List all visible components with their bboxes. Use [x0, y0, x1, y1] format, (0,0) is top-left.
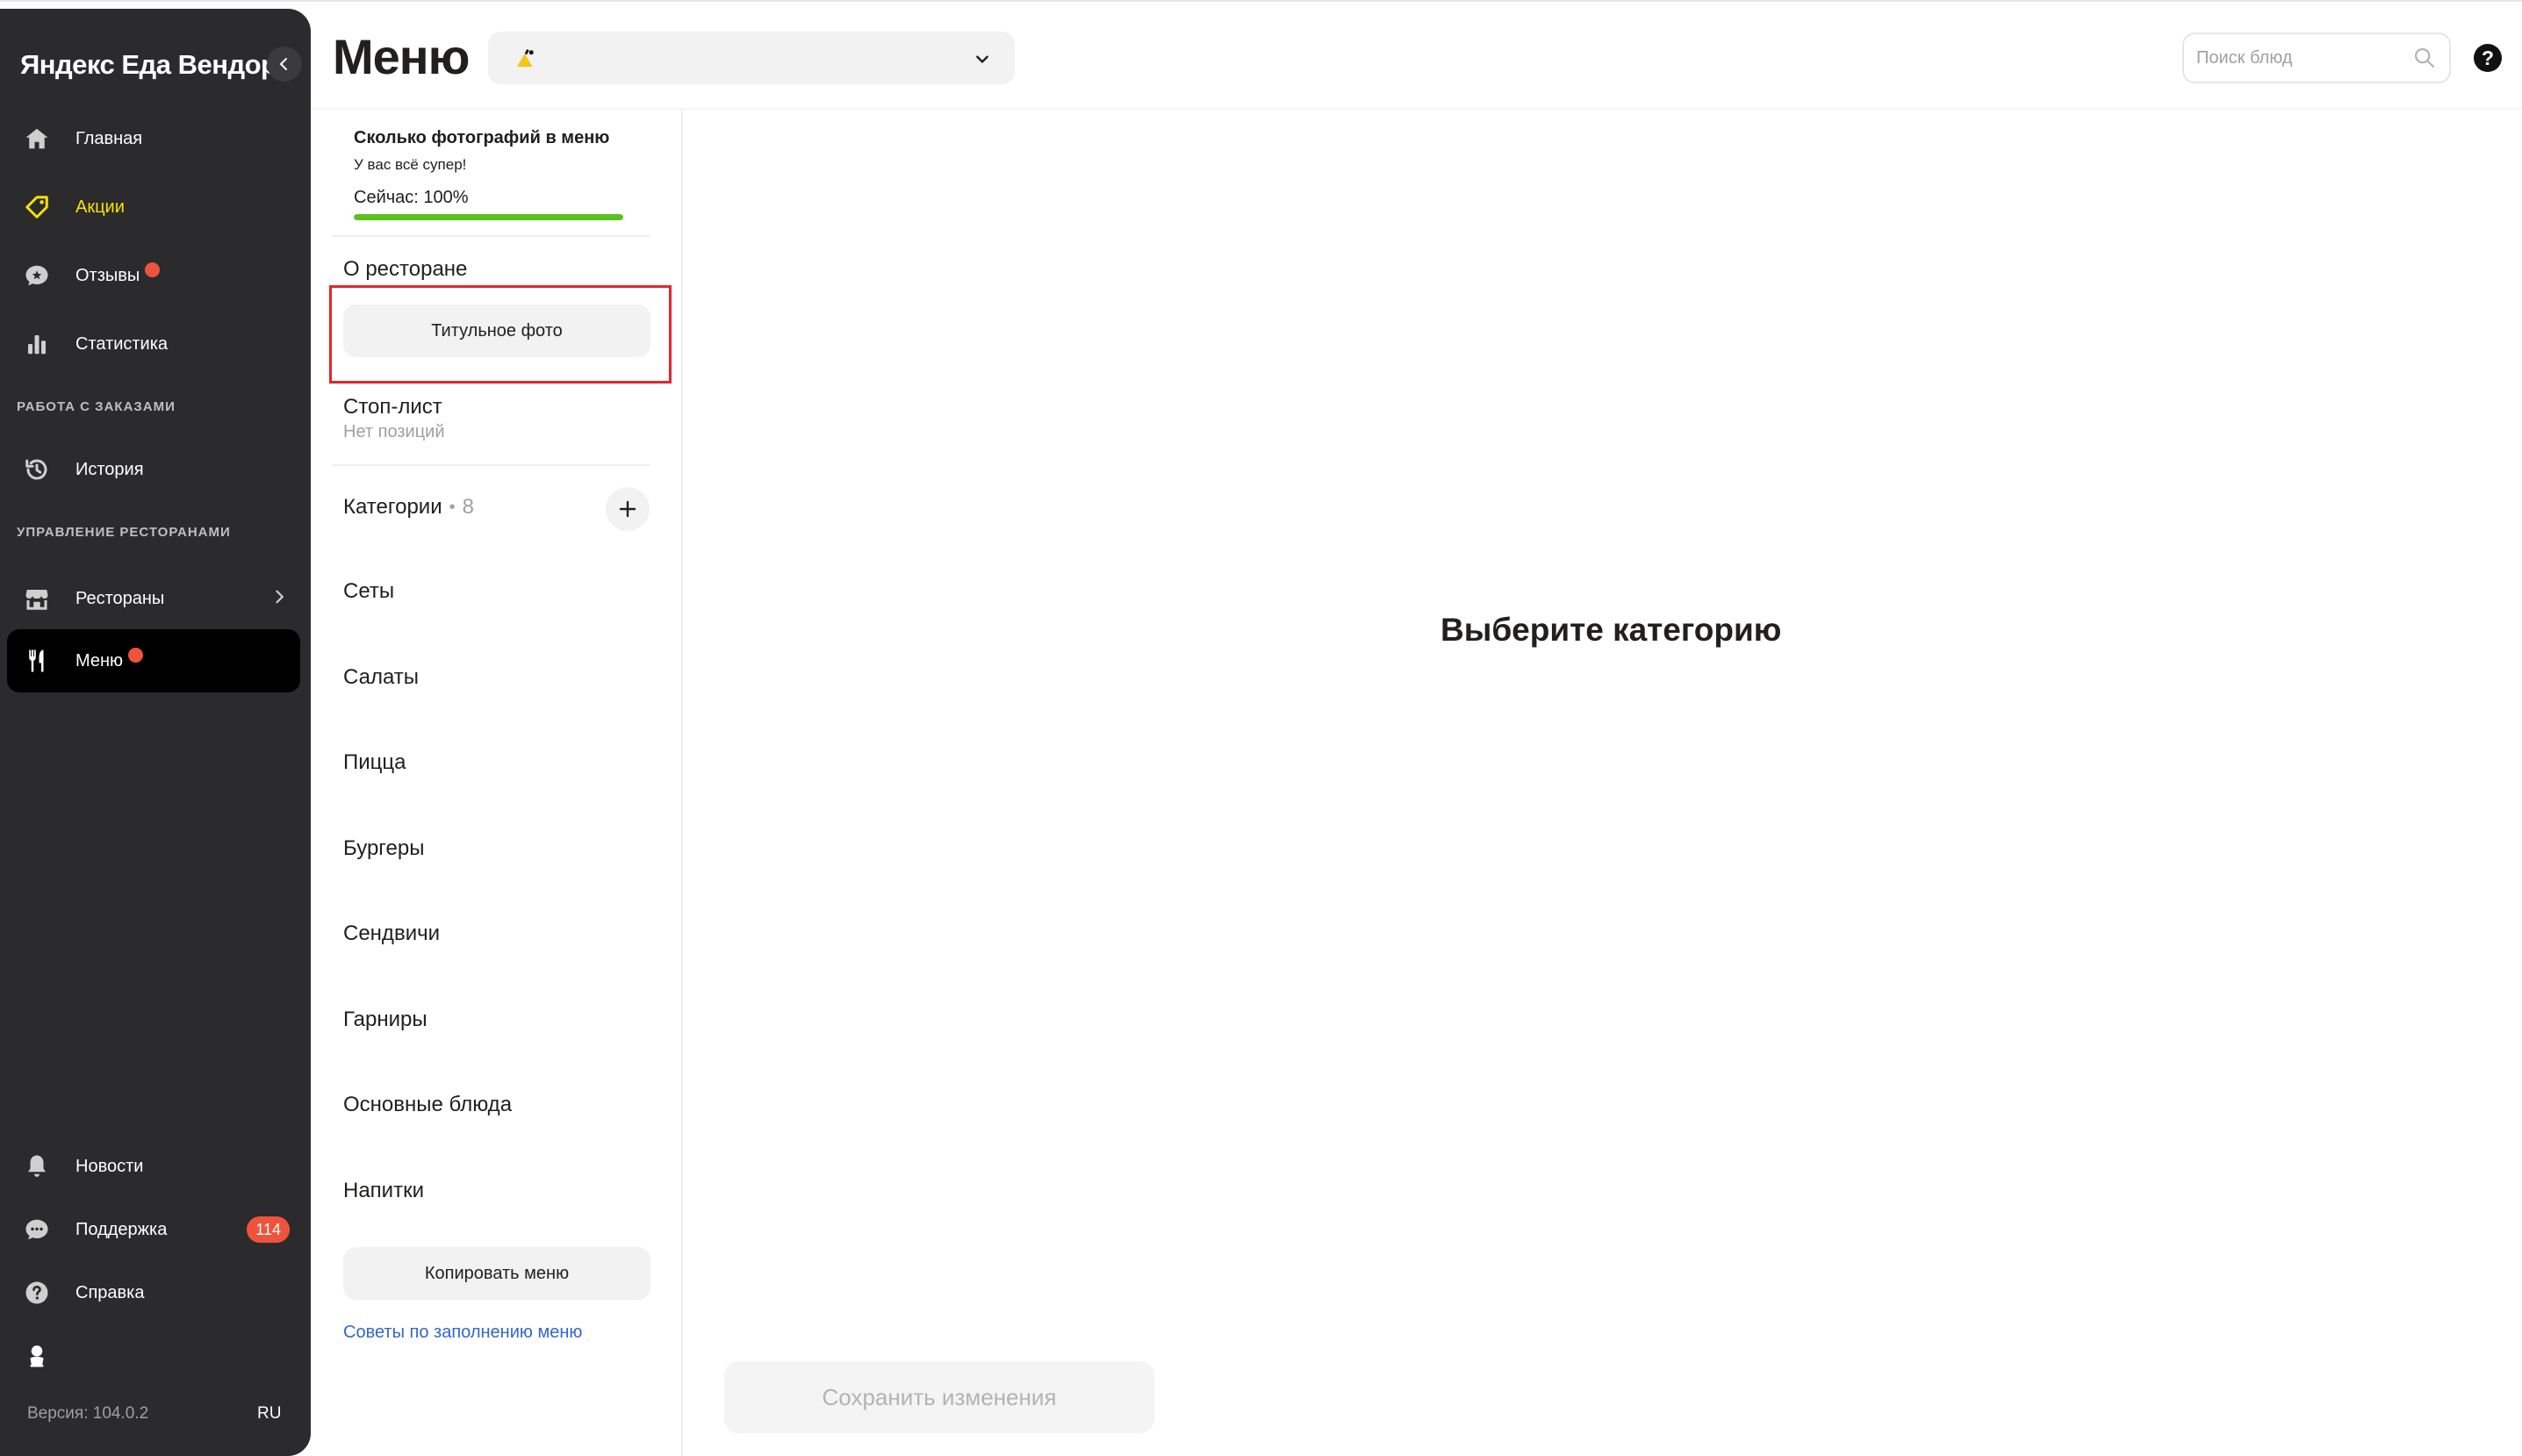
title-photo-button[interactable]: Титульное фото — [343, 305, 650, 357]
notification-dot — [145, 262, 161, 277]
category-item[interactable]: Бургеры — [343, 836, 424, 861]
chevron-down-icon — [976, 55, 988, 63]
tag-icon — [19, 190, 54, 225]
dish-search[interactable] — [2182, 32, 2451, 83]
home-icon — [19, 121, 54, 156]
sidebar-item-reviews[interactable]: Отзывы — [7, 244, 300, 307]
chat-star-icon — [19, 258, 54, 293]
sidebar: Яндекс Еда Вендор Главная Акции Отзывы С… — [0, 9, 311, 1456]
restaurant-select[interactable] — [488, 32, 1015, 84]
notification-dot — [128, 647, 144, 663]
stop-list-status: Нет позиций — [343, 422, 445, 441]
divider — [332, 464, 650, 466]
sidebar-item-label: Статистика — [75, 334, 169, 354]
stop-list-title[interactable]: Стоп-лист — [343, 395, 442, 420]
help-button[interactable]: ? — [2474, 44, 2502, 72]
sidebar-item-label: Отзывы — [75, 265, 140, 285]
sidebar-item-label: История — [75, 459, 144, 479]
collapse-sidebar-button[interactable] — [267, 47, 302, 82]
about-restaurant-title: О ресторане — [343, 257, 468, 281]
language-switcher[interactable]: RU — [257, 1404, 281, 1424]
categories-count: 8 — [462, 495, 474, 519]
category-item[interactable]: Салаты — [343, 665, 419, 690]
photos-progress-fill — [354, 214, 623, 220]
photos-title: Сколько фотографий в меню — [354, 128, 610, 147]
profile-button[interactable] — [7, 1324, 70, 1388]
category-item[interactable]: Гарниры — [343, 1008, 428, 1032]
support-chat-icon — [19, 1212, 54, 1247]
bell-icon — [19, 1149, 54, 1184]
plus-icon — [619, 500, 636, 518]
sidebar-item-promotions[interactable]: Акции — [7, 176, 300, 239]
page-title: Меню — [333, 29, 470, 84]
section-label-restaurants: УПРАВЛЕНИЕ РЕСТОРАНАМИ — [17, 525, 231, 540]
category-item[interactable]: Сендвичи — [343, 922, 440, 946]
empty-state-title: Выберите категорию — [1441, 612, 1782, 648]
sidebar-item-restaurants[interactable]: Рестораны — [7, 567, 300, 630]
menu-tips-link[interactable]: Советы по заполнению меню — [343, 1323, 582, 1343]
store-icon — [19, 581, 54, 616]
categories-header: Категории • 8 — [343, 495, 474, 520]
category-item[interactable]: Пицца — [343, 750, 406, 775]
support-count-badge: 114 — [247, 1216, 290, 1243]
bar-chart-icon — [19, 326, 54, 362]
sidebar-item-news[interactable]: Новости — [7, 1135, 300, 1198]
chevron-left-icon — [279, 58, 287, 70]
sidebar-item-label: Поддержка — [75, 1219, 168, 1239]
section-label-orders: РАБОТА С ЗАКАЗАМИ — [17, 399, 176, 414]
question-icon — [19, 1275, 54, 1310]
sidebar-item-history[interactable]: История — [7, 438, 300, 501]
history-icon — [19, 452, 54, 487]
add-category-button[interactable] — [606, 487, 650, 531]
brand-logo[interactable]: Яндекс Еда Вендор — [20, 49, 277, 81]
sidebar-item-label: Меню — [75, 650, 124, 671]
search-input[interactable] — [2196, 47, 2398, 68]
sidebar-item-label: Новости — [75, 1156, 144, 1176]
photos-progress-bar — [354, 214, 623, 220]
categories-title: Категории — [343, 495, 442, 519]
save-changes-button[interactable]: Сохранить изменения — [724, 1361, 1154, 1433]
category-item[interactable]: Сеты — [343, 579, 394, 604]
restaurant-logo-icon — [517, 49, 534, 67]
sidebar-item-home[interactable]: Главная — [7, 107, 300, 170]
sidebar-item-label: Акции — [75, 197, 125, 217]
category-item[interactable]: Основные блюда — [343, 1093, 512, 1117]
category-item[interactable]: Напитки — [343, 1179, 424, 1203]
photos-subtitle: У вас всё супер! — [354, 156, 467, 173]
version-label: Версия: 104.0.2 — [27, 1404, 149, 1423]
sidebar-item-label: Справка — [75, 1282, 145, 1302]
separator-dot: • — [449, 497, 456, 517]
panel-divider — [681, 110, 683, 1456]
divider — [332, 235, 650, 237]
header-divider — [311, 108, 2522, 110]
sidebar-item-support[interactable]: Поддержка 114 — [7, 1198, 300, 1261]
search-icon[interactable] — [2412, 46, 2437, 70]
sidebar-item-help[interactable]: Справка — [7, 1261, 300, 1324]
chevron-right-icon — [276, 590, 284, 604]
top-border — [0, 0, 2522, 2]
sidebar-item-menu[interactable]: Меню — [7, 629, 300, 692]
sidebar-item-statistics[interactable]: Статистика — [7, 312, 300, 376]
copy-menu-button[interactable]: Копировать меню — [343, 1247, 650, 1300]
sidebar-item-label: Главная — [75, 128, 143, 148]
user-icon — [19, 1338, 54, 1374]
fork-knife-icon — [19, 643, 54, 678]
photos-percentage: Сейчас: 100% — [354, 188, 469, 207]
sidebar-item-label: Рестораны — [75, 588, 165, 608]
